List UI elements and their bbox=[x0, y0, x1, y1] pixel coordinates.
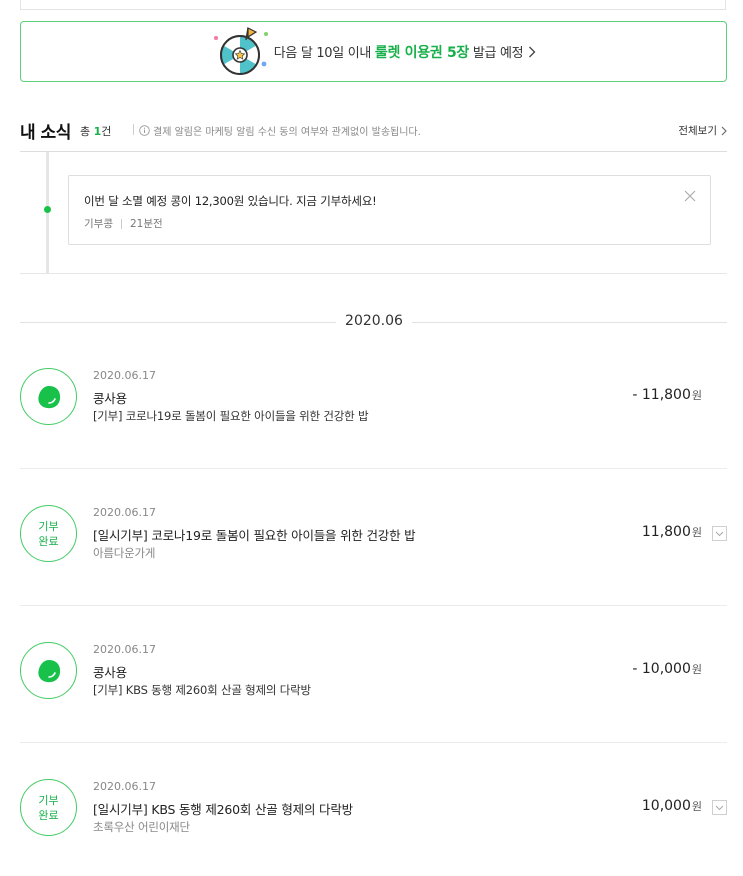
amount-unit: 원 bbox=[691, 389, 702, 402]
transaction-org: 초록우산 어린이재단 bbox=[93, 820, 190, 834]
banner-text: 다음 달 10일 이내 룰렛 이용권 5장 발급 예정 bbox=[274, 42, 524, 62]
divider bbox=[120, 218, 122, 229]
transaction-title: 콩사용 bbox=[93, 391, 127, 406]
transaction-amount: - 10,000 원 bbox=[632, 661, 702, 677]
news-header: 내 소식 총 1건 결제 알림은 마케팅 알림 수신 동의 여부와 관계없이 발… bbox=[20, 116, 727, 152]
transaction-row[interactable]: 2020.06.17 콩사용 [기부] 코로나19로 돌봄이 필요한 아이들을 … bbox=[20, 332, 727, 469]
amount-value: - 10,000 bbox=[632, 661, 691, 677]
divider bbox=[412, 322, 727, 323]
info-icon bbox=[139, 125, 150, 136]
notice-meta: 기부콩 21분전 bbox=[84, 216, 163, 231]
transaction-org: 아름다운가게 bbox=[93, 546, 156, 560]
bean-icon bbox=[20, 368, 77, 425]
news-timeline: 이번 달 소멸 예정 콩이 12,300원 있습니다. 지금 기부하세요! 기부… bbox=[20, 152, 727, 274]
donation-complete-badge: 기부 완료 bbox=[20, 505, 77, 562]
divider bbox=[133, 124, 134, 135]
news-note: 결제 알림은 마케팅 알림 수신 동의 여부와 관계없이 발송됩니다. bbox=[139, 123, 421, 138]
badge-line-1: 기부 bbox=[38, 793, 59, 807]
roulette-banner[interactable]: 다음 달 10일 이내 룰렛 이용권 5장 발급 예정 bbox=[20, 21, 727, 82]
amount-value: - 11,800 bbox=[632, 387, 691, 403]
transaction-date: 2020.06.17 bbox=[93, 506, 156, 519]
transaction-row[interactable]: 2020.06.17 콩사용 [기부] KBS 동행 제260회 산골 형제의 … bbox=[20, 606, 727, 743]
news-title: 내 소식 bbox=[20, 123, 71, 143]
banner-text-before: 다음 달 10일 이내 bbox=[273, 45, 375, 61]
badge-line-2: 완료 bbox=[38, 534, 59, 548]
transaction-amount: 10,000 원 bbox=[642, 798, 702, 814]
close-icon[interactable] bbox=[684, 190, 696, 202]
donation-complete-badge: 기부 완료 bbox=[20, 779, 77, 836]
notice-card[interactable]: 이번 달 소멸 예정 콩이 12,300원 있습니다. 지금 기부하세요! 기부… bbox=[68, 175, 711, 245]
badge-line-1: 기부 bbox=[38, 519, 59, 533]
chevron-right-icon bbox=[529, 46, 536, 57]
expand-button[interactable] bbox=[712, 800, 727, 815]
notice-time: 21분전 bbox=[129, 218, 163, 230]
bean-icon bbox=[20, 642, 77, 699]
view-all-label: 전체보기 bbox=[678, 125, 717, 137]
amount-value: 11,800 bbox=[641, 524, 691, 540]
transaction-date: 2020.06.17 bbox=[93, 369, 156, 382]
chevron-right-icon bbox=[721, 126, 727, 135]
chevron-down-icon bbox=[715, 805, 724, 810]
transaction-date: 2020.06.17 bbox=[93, 643, 156, 656]
notice-text: 이번 달 소멸 예정 콩이 12,300원 있습니다. 지금 기부하세요! bbox=[84, 194, 377, 208]
transaction-title: [일시기부] KBS 동행 제260회 산골 형제의 다락방 bbox=[93, 802, 353, 817]
chevron-down-icon bbox=[715, 531, 724, 536]
amount-value: 10,000 bbox=[641, 798, 691, 814]
badge-line-2: 완료 bbox=[38, 808, 59, 822]
transaction-amount: - 11,800 원 bbox=[632, 387, 702, 403]
month-label: 2020.06 bbox=[345, 313, 403, 329]
news-count: 총 1건 bbox=[80, 123, 111, 139]
transaction-row[interactable]: 기부 완료 2020.06.17 [일시기부] KBS 동행 제260회 산골 … bbox=[20, 743, 727, 876]
banner-highlight: 룰렛 이용권 5장 bbox=[374, 44, 469, 61]
month-divider: 2020.06 bbox=[20, 312, 727, 332]
amount-unit: 원 bbox=[691, 800, 702, 813]
amount-unit: 원 bbox=[691, 526, 702, 539]
news-count-prefix: 총 bbox=[80, 125, 94, 138]
transaction-desc: [기부] KBS 동행 제260회 산골 형제의 다락방 bbox=[93, 683, 311, 697]
transaction-title: 콩사용 bbox=[93, 665, 127, 680]
transaction-amount: 11,800 원 bbox=[642, 524, 702, 540]
amount-unit: 원 bbox=[691, 663, 702, 676]
transaction-row[interactable]: 기부 완료 2020.06.17 [일시기부] 코로나19로 돌봄이 필요한 아… bbox=[20, 469, 727, 606]
news-count-suffix: 건 bbox=[101, 125, 112, 138]
expand-button[interactable] bbox=[712, 526, 727, 541]
notice-source: 기부콩 bbox=[84, 218, 113, 230]
previous-card bbox=[20, 0, 726, 10]
transaction-date: 2020.06.17 bbox=[93, 780, 156, 793]
divider bbox=[20, 322, 336, 323]
news-note-text: 결제 알림은 마케팅 알림 수신 동의 여부와 관계없이 발송됩니다. bbox=[153, 127, 421, 138]
view-all-link[interactable]: 전체보기 bbox=[678, 123, 727, 138]
banner-text-after: 발급 예정 bbox=[469, 45, 524, 61]
transaction-title: [일시기부] 코로나19로 돌봄이 필요한 아이들을 위한 건강한 밥 bbox=[93, 528, 416, 543]
transaction-desc: [기부] 코로나19로 돌봄이 필요한 아이들을 위한 건강한 밥 bbox=[93, 409, 369, 423]
timeline-dot bbox=[44, 206, 51, 213]
page: 다음 달 10일 이내 룰렛 이용권 5장 발급 예정 내 소식 총 1건 결제… bbox=[0, 0, 743, 876]
roulette-icon bbox=[210, 24, 272, 80]
